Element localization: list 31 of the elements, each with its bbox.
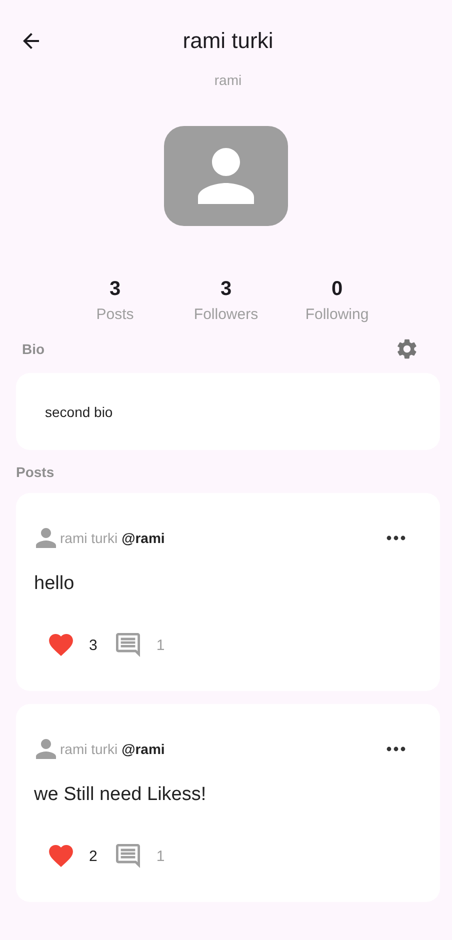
stat-count: 3 bbox=[220, 278, 232, 301]
comment-icon[interactable] bbox=[116, 844, 140, 868]
section-label: Bio bbox=[22, 341, 45, 357]
person-icon bbox=[36, 528, 56, 548]
author-handle: @rami bbox=[122, 741, 165, 757]
comment-count: 1 bbox=[156, 636, 165, 654]
like-count: 2 bbox=[89, 848, 98, 864]
stat-count: 0 bbox=[331, 278, 343, 301]
comment-count: 1 bbox=[156, 848, 165, 864]
stat-label: Following bbox=[305, 306, 369, 323]
comment-icon[interactable] bbox=[116, 633, 140, 657]
more-icon[interactable] bbox=[386, 746, 406, 752]
heart-icon[interactable] bbox=[49, 634, 73, 656]
person-icon bbox=[198, 148, 254, 204]
section-label: Posts bbox=[16, 464, 54, 480]
like-count: 3 bbox=[89, 636, 98, 654]
person-icon bbox=[36, 739, 56, 759]
settings-icon[interactable] bbox=[395, 337, 419, 361]
post-text: hello bbox=[34, 573, 74, 595]
stat-label: Followers bbox=[194, 306, 258, 323]
username: rami bbox=[214, 72, 242, 88]
author-name: rami turki bbox=[60, 530, 118, 546]
author-name: rami turki bbox=[60, 741, 118, 757]
author-handle: @rami bbox=[122, 530, 165, 546]
heart-icon[interactable] bbox=[49, 845, 73, 867]
stat-label: Posts bbox=[96, 306, 134, 323]
more-icon[interactable] bbox=[386, 535, 406, 541]
stat-count: 3 bbox=[109, 278, 121, 301]
post-text: we Still need Likess! bbox=[34, 784, 206, 806]
profile-name: rami turki bbox=[182, 28, 274, 54]
bio-text: second bio bbox=[45, 404, 113, 420]
